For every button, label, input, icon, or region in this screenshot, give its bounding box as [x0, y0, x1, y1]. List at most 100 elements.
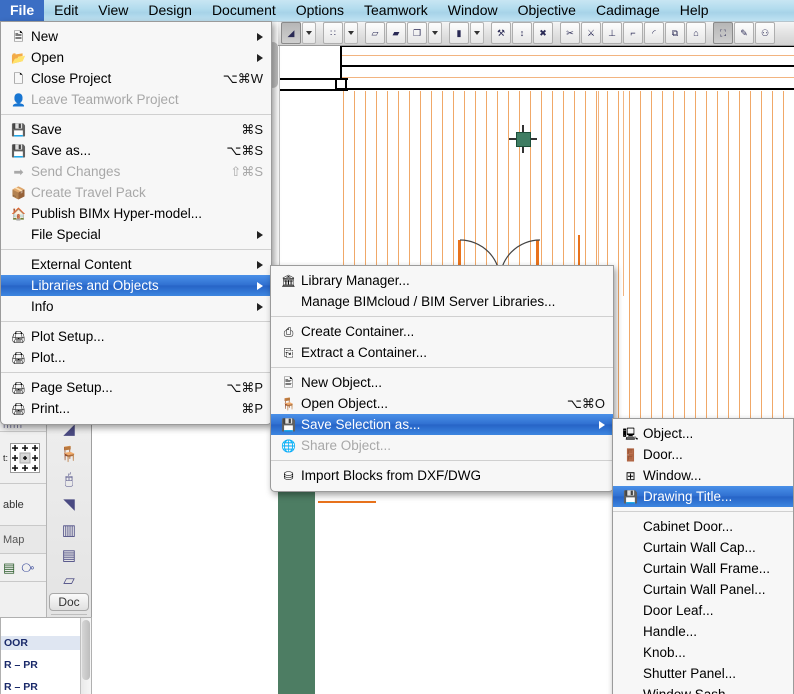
group-tool[interactable]: ⛶	[713, 22, 733, 44]
menu-item-handle[interactable]: Handle...	[613, 621, 793, 642]
object-chair-icon[interactable]: 🪑	[52, 442, 86, 466]
offset-tool[interactable]: ⌐	[623, 22, 643, 44]
list-view-icon[interactable]: ▤	[3, 560, 15, 576]
plane-3d-tool[interactable]: ▱	[365, 22, 385, 44]
menubar-item-edit[interactable]: Edit	[44, 0, 88, 22]
menu-item-cabinet-door[interactable]: Cabinet Door...	[613, 516, 793, 537]
new-object-icon: 🖹	[283, 375, 294, 390]
menubar-item-window[interactable]: Window	[438, 0, 508, 22]
lamp-tool-icon[interactable]: 🖰	[52, 467, 86, 491]
menu-item-leave-teamwork-project[interactable]: 👤 Leave Teamwork Project	[1, 89, 271, 110]
list-item[interactable]: R – PR	[1, 680, 91, 694]
menubar-item-design[interactable]: Design	[138, 0, 202, 22]
menu-item-file-special[interactable]: File Special	[1, 224, 271, 245]
railing-tool-icon[interactable]: ▤	[52, 543, 86, 567]
plane-vertical-tool[interactable]: ▰	[386, 22, 406, 44]
menu-item-window[interactable]: ⊞ Window...	[613, 465, 793, 486]
menu-item-new-object[interactable]: 🖹 New Object...	[271, 372, 613, 393]
menu-item-close-project[interactable]: 🗋 Close Project ⌥⌘W	[1, 68, 271, 89]
menu-item-page-setup[interactable]: 🖨 Page Setup... ⌥⌘P	[1, 377, 271, 398]
menubar-item-teamwork[interactable]: Teamwork	[354, 0, 438, 22]
menu-item-library-manager[interactable]: 🏛 Library Manager...	[271, 270, 613, 291]
copy-layers-icon[interactable]: ⧂	[21, 560, 34, 576]
model-view-tool[interactable]: ⚒	[491, 22, 511, 44]
menu-item-door-leaf[interactable]: Door Leaf...	[613, 600, 793, 621]
menubar-item-help[interactable]: Help	[670, 0, 719, 22]
menu-item-save-selection-as[interactable]: 💾 Save Selection as...	[271, 414, 613, 435]
save-selection-as-submenu[interactable]: 🖳 Object... 🚪 Door... ⊞ Window... 💾 Drawing Tit…	[612, 418, 794, 694]
menubar-item-view[interactable]: View	[88, 0, 138, 22]
measure-tool[interactable]: ✖	[533, 22, 553, 44]
window-tool-icon[interactable]: ▥	[52, 518, 86, 542]
info-buttons-row[interactable]: ▤ ⧂	[0, 554, 46, 582]
dropdown-arrow-4[interactable]	[470, 22, 484, 44]
anchor-grid-icon[interactable]	[10, 442, 41, 473]
adjust-tool[interactable]: ⊥	[602, 22, 622, 44]
curve-tool[interactable]: ◜	[644, 22, 664, 44]
marquee-tool[interactable]: ∷	[323, 22, 343, 44]
list-scrollbar[interactable]	[80, 618, 91, 694]
menu-item-open[interactable]: 📂 Open	[1, 47, 271, 68]
libraries-and-objects-submenu[interactable]: 🏛 Library Manager... Manage BIMcloud / BIM…	[270, 265, 614, 492]
menu-item-create-travel-pack[interactable]: 📦 Create Travel Pack	[1, 182, 271, 203]
dimension-tool[interactable]: ↕	[512, 22, 532, 44]
menu-item-plot[interactable]: 🖨 Plot...	[1, 347, 271, 368]
dropdown-arrow-2[interactable]	[344, 22, 358, 44]
menu-item-shutter-panel[interactable]: Shutter Panel...	[613, 663, 793, 684]
file-menu[interactable]: 🗎 New 📂 Open 🗋 Close Project ⌥⌘W 👤 Leave Teamwor…	[0, 21, 272, 425]
menubar-item-cadimage[interactable]: Cadimage	[586, 0, 670, 22]
multiply-tool[interactable]: ⧉	[665, 22, 685, 44]
menu-item-import-blocks-from-dxf-dwg[interactable]: ⛁ Import Blocks from DXF/DWG	[271, 465, 613, 486]
menu-item-publish-bimx-hyper-model[interactable]: 🏠 Publish BIMx Hyper-model...	[1, 203, 271, 224]
project-navigator-list[interactable]: OORR – PRR – PRT GEN	[0, 617, 92, 694]
menu-item-create-container[interactable]: ⎙ Create Container...	[271, 321, 613, 342]
menu-item-save[interactable]: 💾 Save ⌘S	[1, 119, 271, 140]
dropdown-arrow-3[interactable]	[428, 22, 442, 44]
menu-item-send-changes[interactable]: ➡ Send Changes ⇧⌘S	[1, 161, 271, 182]
dropdown-arrow-1[interactable]	[302, 22, 316, 44]
menu-item-new[interactable]: 🗎 New	[1, 26, 271, 47]
map-field[interactable]: Map	[0, 526, 46, 554]
menu-item-extract-a-container[interactable]: ⎘ Extract a Container...	[271, 342, 613, 363]
doc-group-label[interactable]: Doc	[49, 592, 89, 611]
pen-weight-tool[interactable]: ▮	[449, 22, 469, 44]
menu-item-object[interactable]: 🖳 Object...	[613, 423, 793, 444]
list-item[interactable]: OOR	[1, 636, 91, 650]
menubar-item-document[interactable]: Document	[202, 0, 286, 22]
menu-item-libraries-and-objects[interactable]: Libraries and Objects	[1, 275, 271, 296]
list-scrollbar-thumb[interactable]	[82, 620, 90, 680]
surface-field[interactable]: able	[0, 484, 46, 526]
anchor-point-selector[interactable]: t:	[0, 432, 46, 484]
menu-item-curtain-wall-cap[interactable]: Curtain Wall Cap...	[613, 537, 793, 558]
menu-item-manage-bimcloud-bim-server-libraries[interactable]: Manage BIMcloud / BIM Server Libraries..…	[271, 291, 613, 312]
menu-item-curtain-wall-frame[interactable]: Curtain Wall Frame...	[613, 558, 793, 579]
menubar-item-options[interactable]: Options	[286, 0, 354, 22]
wall-node-handle[interactable]	[335, 78, 347, 90]
list-item[interactable]: R – PR	[1, 658, 91, 672]
menu-item-knob[interactable]: Knob...	[613, 642, 793, 663]
menu-item-open-object[interactable]: 🪑 Open Object... ⌥⌘O	[271, 393, 613, 414]
menu-item-plot-setup[interactable]: 🖨 Plot Setup...	[1, 326, 271, 347]
menu-item-window-sash[interactable]: Window Sash...	[613, 684, 793, 694]
menu-item-info[interactable]: Info	[1, 296, 271, 317]
selected-object-marker[interactable]	[516, 132, 531, 147]
trim-tool[interactable]: ✂	[560, 22, 580, 44]
menu-item-curtain-wall-panel[interactable]: Curtain Wall Panel...	[613, 579, 793, 600]
menubar-item-objective[interactable]: Objective	[508, 0, 586, 22]
roof-tool-icon[interactable]: ◥	[52, 492, 86, 516]
menu-item-drawing-title[interactable]: 💾 Drawing Title...	[613, 486, 793, 507]
menu-item-external-content[interactable]: External Content	[1, 254, 271, 275]
split-tool[interactable]: ⚔	[581, 22, 601, 44]
layers-tool[interactable]: ❐	[407, 22, 427, 44]
menu-item-print[interactable]: 🖨 Print... ⌘P	[1, 398, 271, 419]
home-tool[interactable]: ⌂	[686, 22, 706, 44]
menu-item-label: Leave Teamwork Project	[31, 92, 179, 107]
arrow-select-tool[interactable]: ◢	[281, 22, 301, 44]
info-balloon-tool[interactable]: ⚇	[755, 22, 775, 44]
slab-tool-icon[interactable]: ▱	[52, 568, 86, 592]
magic-wand-tool[interactable]: ✎	[734, 22, 754, 44]
menu-item-save-as[interactable]: 💾 Save as... ⌥⌘S	[1, 140, 271, 161]
menu-item-share-object[interactable]: 🌐 Share Object...	[271, 435, 613, 456]
menubar-item-file[interactable]: File	[0, 0, 45, 22]
menu-item-door[interactable]: 🚪 Door...	[613, 444, 793, 465]
